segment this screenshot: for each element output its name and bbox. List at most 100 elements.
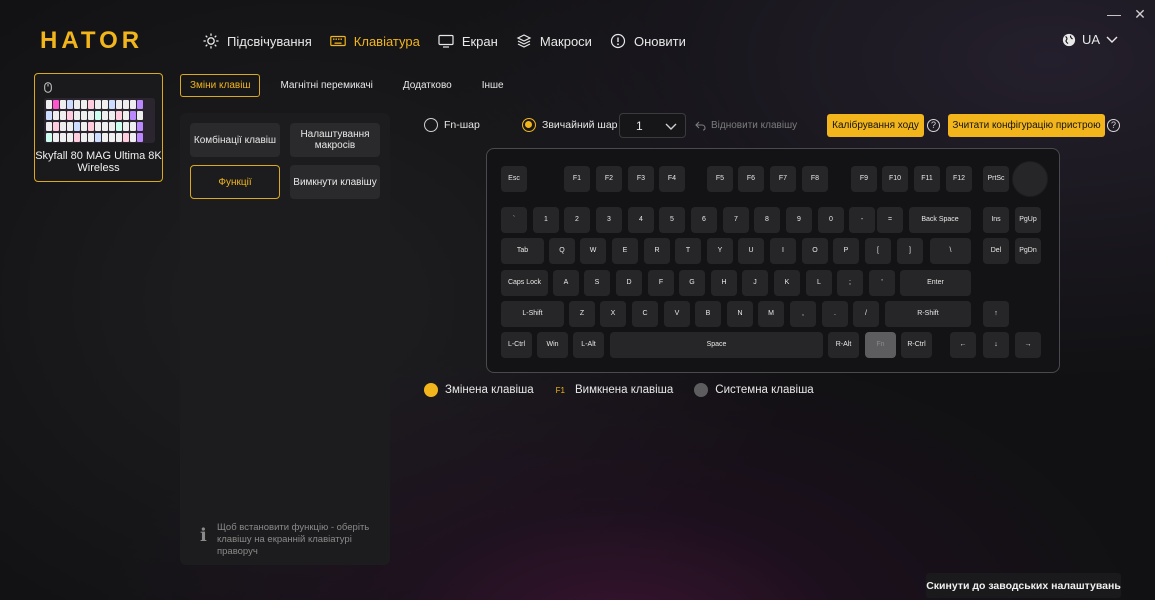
key-caps-lock[interactable]: Caps Lock — [501, 270, 548, 296]
key-9[interactable]: 9 — [786, 207, 812, 233]
key-symbol[interactable]: → — [1015, 332, 1041, 358]
key-r-alt[interactable]: R-Alt — [828, 332, 859, 358]
key-p[interactable]: P — [833, 238, 859, 264]
key-z[interactable]: Z — [569, 301, 595, 327]
tab-advanced[interactable]: Додатково — [393, 74, 462, 97]
key-f12[interactable]: F12 — [946, 166, 972, 192]
key-f9[interactable]: F9 — [851, 166, 877, 192]
key-pgdn[interactable]: PgDn — [1015, 238, 1041, 264]
key-f7[interactable]: F7 — [770, 166, 796, 192]
key-fn[interactable]: Fn — [865, 332, 896, 358]
key-r-shift[interactable]: R-Shift — [885, 301, 971, 327]
key-prtsc[interactable]: PrtSc — [983, 166, 1009, 192]
functions-button[interactable]: Функції — [190, 165, 280, 199]
key-symbol[interactable]: . — [822, 301, 848, 327]
language-selector[interactable]: UA — [1062, 32, 1118, 47]
restore-key-button[interactable]: Відновити клавішу — [695, 120, 797, 131]
key-f4[interactable]: F4 — [659, 166, 685, 192]
key-0[interactable]: 0 — [818, 207, 844, 233]
nav-update[interactable]: Оновити — [610, 32, 686, 50]
key-j[interactable]: J — [742, 270, 768, 296]
key-6[interactable]: 6 — [691, 207, 717, 233]
key-win[interactable]: Win — [537, 332, 568, 358]
key-del[interactable]: Del — [983, 238, 1009, 264]
key-l-ctrl[interactable]: L-Ctrl — [501, 332, 532, 358]
read-config-button[interactable]: Зчитати конфігурацію пристрою — [948, 114, 1105, 137]
tab-key-remap[interactable]: Зміни клавіш — [180, 74, 261, 97]
key-symbol[interactable]: ; — [837, 270, 863, 296]
key-f11[interactable]: F11 — [914, 166, 940, 192]
key-n[interactable]: N — [727, 301, 753, 327]
factory-reset-button[interactable]: Скинути до заводських налаштувань — [926, 573, 1121, 598]
key-space[interactable]: Space — [610, 332, 823, 358]
volume-knob[interactable] — [1012, 161, 1048, 197]
key-2[interactable]: 2 — [564, 207, 590, 233]
key-q[interactable]: Q — [549, 238, 575, 264]
key-t[interactable]: T — [675, 238, 701, 264]
key-8[interactable]: 8 — [754, 207, 780, 233]
help-icon[interactable]: ? — [1107, 119, 1120, 132]
key-y[interactable]: Y — [707, 238, 733, 264]
key-w[interactable]: W — [580, 238, 606, 264]
key-r-ctrl[interactable]: R-Ctrl — [901, 332, 932, 358]
key-d[interactable]: D — [616, 270, 642, 296]
key-l-alt[interactable]: L-Alt — [573, 332, 604, 358]
help-icon[interactable]: ? — [927, 119, 940, 132]
key-s[interactable]: S — [584, 270, 610, 296]
key-i[interactable]: I — [770, 238, 796, 264]
key-pgup[interactable]: PgUp — [1015, 207, 1041, 233]
key-e[interactable]: E — [612, 238, 638, 264]
key-symbol[interactable]: = — [877, 207, 903, 233]
nav-macros[interactable]: Макроси — [516, 32, 592, 50]
calibrate-button[interactable]: Калібрування ходу — [827, 114, 924, 137]
key-3[interactable]: 3 — [596, 207, 622, 233]
key-4[interactable]: 4 — [628, 207, 654, 233]
tab-magnetic-switches[interactable]: Магнітні перемикачі — [270, 74, 382, 97]
key-symbol[interactable]: ' — [869, 270, 895, 296]
key-v[interactable]: V — [664, 301, 690, 327]
key-f10[interactable]: F10 — [882, 166, 908, 192]
key-f6[interactable]: F6 — [738, 166, 764, 192]
key-h[interactable]: H — [711, 270, 737, 296]
key-b[interactable]: B — [695, 301, 721, 327]
key-7[interactable]: 7 — [723, 207, 749, 233]
disable-key-button[interactable]: Вимкнути клавішу — [290, 165, 380, 199]
key-m[interactable]: M — [758, 301, 784, 327]
key-symbol[interactable]: ← — [950, 332, 976, 358]
key-esc[interactable]: Esc — [501, 166, 527, 192]
layer-select[interactable]: 1 — [619, 113, 686, 138]
key-r[interactable]: R — [644, 238, 670, 264]
key-l-shift[interactable]: L-Shift — [501, 301, 564, 327]
key-symbol[interactable]: ↓ — [983, 332, 1009, 358]
normal-layer-radio[interactable]: Звичайний шар — [522, 118, 618, 132]
key-k[interactable]: K — [774, 270, 800, 296]
key-l[interactable]: L — [806, 270, 832, 296]
nav-keyboard[interactable]: Клавіатура — [329, 32, 420, 50]
key-f[interactable]: F — [648, 270, 674, 296]
key-f3[interactable]: F3 — [628, 166, 654, 192]
key-c[interactable]: C — [632, 301, 658, 327]
tab-other[interactable]: Інше — [472, 74, 514, 97]
nav-screen[interactable]: Екран — [438, 32, 498, 50]
minimize-button[interactable]: — — [1104, 6, 1124, 22]
device-card[interactable]: Skyfall 80 MAG Ultima 8K Wireless — [34, 73, 163, 182]
key-f5[interactable]: F5 — [707, 166, 733, 192]
key-symbol[interactable]: - — [849, 207, 875, 233]
key-symbol[interactable]: ] — [897, 238, 923, 264]
macro-settings-button[interactable]: Налаштування макросів — [290, 123, 380, 157]
nav-lighting[interactable]: Підсвічування — [203, 32, 312, 50]
close-button[interactable]: ✕ — [1130, 6, 1150, 23]
key-back-space[interactable]: Back Space — [909, 207, 971, 233]
key-1[interactable]: 1 — [533, 207, 559, 233]
key-f1[interactable]: F1 — [564, 166, 590, 192]
fn-layer-radio[interactable]: Fn-шар — [424, 118, 480, 132]
key-o[interactable]: O — [802, 238, 828, 264]
key-symbol[interactable]: / — [853, 301, 879, 327]
key-symbol[interactable]: , — [790, 301, 816, 327]
key-tab[interactable]: Tab — [501, 238, 544, 264]
key-symbol[interactable]: [ — [865, 238, 891, 264]
key-symbol[interactable]: ` — [501, 207, 527, 233]
key-enter[interactable]: Enter — [900, 270, 971, 296]
key-ins[interactable]: Ins — [983, 207, 1009, 233]
key-u[interactable]: U — [738, 238, 764, 264]
